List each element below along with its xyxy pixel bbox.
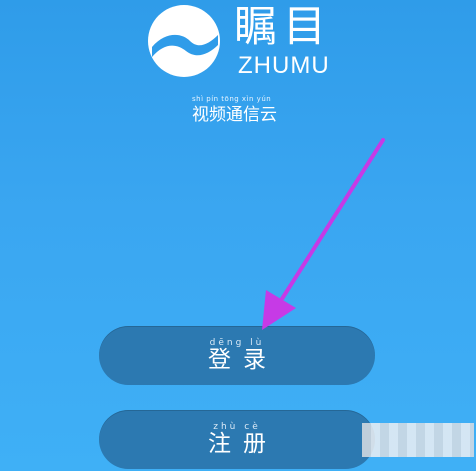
watermark xyxy=(362,423,474,457)
tagline-pinyin: shì pín tōng xìn yún xyxy=(192,95,272,103)
zhumu-logo-icon xyxy=(148,5,220,77)
login-screen: 瞩目 ZHUMU shì pín tōng xìn yún 视频通信云 dēng… xyxy=(0,0,476,471)
register-button-label: 注册 xyxy=(208,431,278,457)
login-button[interactable]: dēng lù 登录 xyxy=(99,326,375,385)
brand-name: 瞩目 xyxy=(234,2,332,52)
tagline: shì pín tōng xìn yún 视频通信云 xyxy=(192,95,292,126)
register-button[interactable]: zhù cè 注册 xyxy=(99,410,375,469)
brand-name-english: ZHUMU xyxy=(238,52,330,79)
login-button-label: 登录 xyxy=(208,347,278,373)
tagline-text: 视频通信云 xyxy=(192,105,277,125)
